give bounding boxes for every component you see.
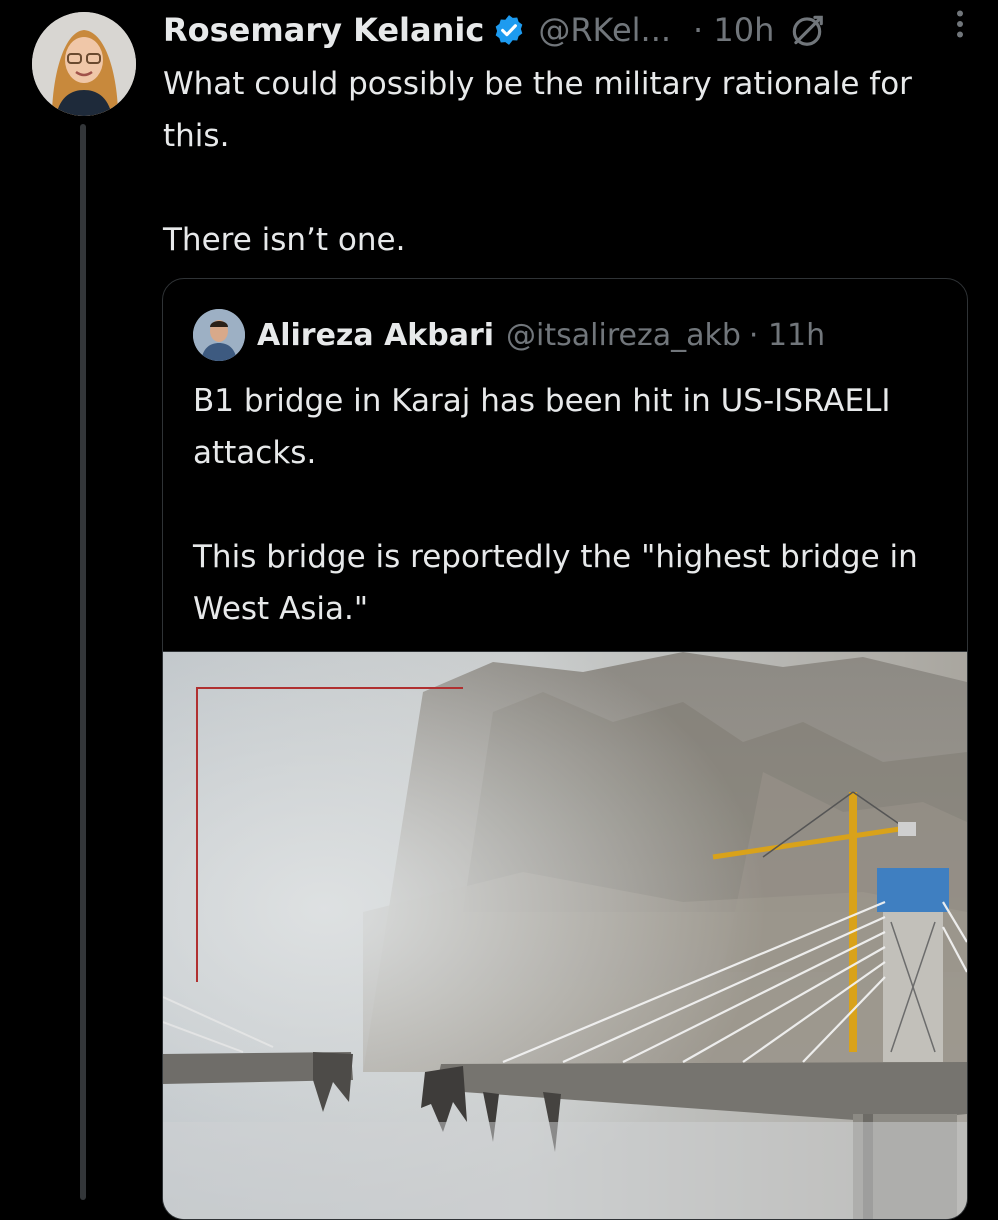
quoted-tweet-header: Alireza Akbari @itsalireza_akb · 11h: [193, 309, 825, 361]
quoted-tweet-image[interactable]: [163, 651, 967, 1219]
author-avatar[interactable]: [32, 12, 136, 116]
quoted-paragraph: B1 bridge in Karaj has been hit in US-IS…: [193, 383, 891, 471]
quoted-tweet-timestamp[interactable]: · 11h: [749, 318, 825, 353]
quoted-author-name[interactable]: Alireza Akbari: [257, 318, 494, 353]
tweet-text: What could possibly be the military rati…: [163, 58, 973, 266]
more-vertical-icon[interactable]: [942, 4, 978, 44]
tweet-header: Rosemary Kelanic @RKel... · 10h: [163, 8, 978, 52]
quoted-tweet-card[interactable]: Alireza Akbari @itsalireza_akb · 11h B1 …: [162, 278, 968, 1220]
tweet-paragraph: What could possibly be the military rati…: [163, 66, 912, 154]
verified-badge-icon: [495, 15, 523, 45]
quoted-author-handle[interactable]: @itsalireza_akb: [506, 318, 741, 353]
damaged-bridge-photo: [163, 652, 967, 1219]
quoted-paragraph: This bridge is reportedly the "highest b…: [193, 539, 918, 627]
quoted-tweet-text: B1 bridge in Karaj has been hit in US-IS…: [193, 375, 933, 635]
author-handle[interactable]: @RKel...: [538, 11, 671, 49]
author-name[interactable]: Rosemary Kelanic: [163, 11, 484, 49]
thread-connector-line: [80, 124, 86, 1200]
globe-icon: [793, 15, 824, 46]
quoted-author-avatar: [193, 309, 245, 361]
tweet-paragraph: There isn’t one.: [163, 222, 406, 258]
tweet-timestamp[interactable]: · 10h: [693, 11, 774, 49]
